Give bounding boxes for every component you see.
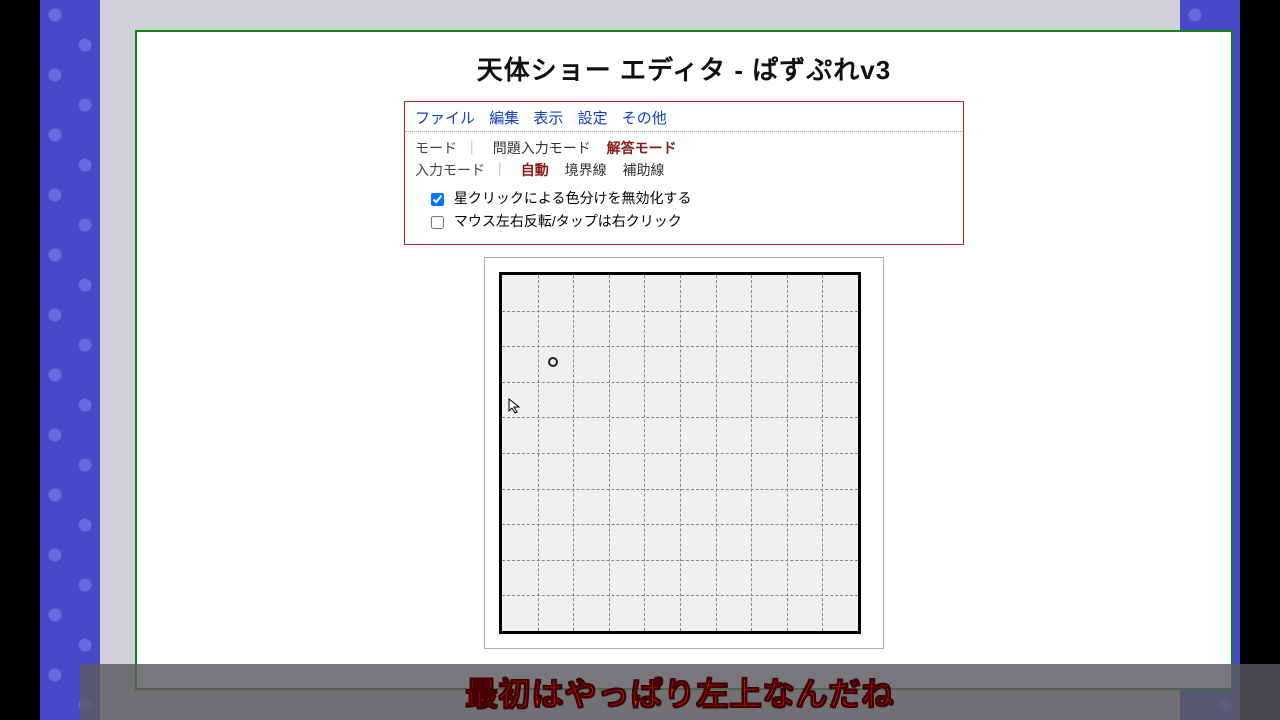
- subtitle-bar: 最初はやっぱり左上なんだね: [80, 664, 1280, 720]
- board-container: [484, 257, 884, 649]
- separator: ｜: [465, 140, 479, 156]
- checkbox-mouse-swap[interactable]: [431, 216, 444, 229]
- board-grid: [502, 275, 858, 631]
- mode-label: モード: [415, 140, 457, 156]
- menu-other[interactable]: その他: [622, 110, 667, 127]
- app-window: 天体ショー エディタ - ぱずぷれv3 ファイル 編集 表示 設定 その他 モー…: [135, 30, 1233, 690]
- input-mode-auto[interactable]: 自動: [521, 162, 549, 178]
- checkbox-block: 星クリックによる色分けを無効化する マウス左右反転/タップは右クリック: [405, 184, 963, 244]
- menu-view[interactable]: 表示: [533, 110, 563, 127]
- separator: ｜: [493, 162, 507, 178]
- subtitle-text: 最初はやっぱり左上なんだね: [465, 669, 894, 715]
- mode-block: モード ｜ 問題入力モード 解答モード 入力モード ｜ 自動 境界線 補助線: [405, 132, 963, 184]
- decorative-pattern-left: [40, 0, 100, 720]
- input-mode-row: 入力モード ｜ 自動 境界線 補助線: [415, 160, 953, 180]
- mode-option-problem[interactable]: 問題入力モード: [493, 140, 591, 156]
- input-mode-subline[interactable]: 補助線: [623, 162, 665, 178]
- cursor-icon: [508, 398, 524, 414]
- checkbox-row-disable-color[interactable]: 星クリックによる色分けを無効化する: [431, 188, 953, 208]
- menu-file[interactable]: ファイル: [415, 110, 475, 127]
- video-frame: 天体ショー エディタ - ぱずぷれv3 ファイル 編集 表示 設定 その他 モー…: [40, 0, 1240, 720]
- checkbox-row-mouse-swap[interactable]: マウス左右反転/タップは右クリック: [431, 211, 953, 231]
- page-title: 天体ショー エディタ - ぱずぷれv3: [137, 32, 1231, 101]
- star-icon[interactable]: [548, 357, 558, 367]
- input-mode-border[interactable]: 境界線: [565, 162, 607, 178]
- checkbox-label-mouse-swap[interactable]: マウス左右反転/タップは右クリック: [454, 213, 682, 229]
- puzzle-board[interactable]: [499, 272, 861, 634]
- menu-settings[interactable]: 設定: [578, 110, 608, 127]
- input-mode-label: 入力モード: [415, 162, 485, 178]
- control-panel: ファイル 編集 表示 設定 その他 モード ｜ 問題入力モード 解答モード 入力…: [404, 101, 964, 245]
- mode-option-answer[interactable]: 解答モード: [607, 140, 677, 156]
- menu-edit[interactable]: 編集: [489, 110, 519, 127]
- menu-bar: ファイル 編集 表示 設定 その他: [405, 102, 963, 132]
- mode-row: モード ｜ 問題入力モード 解答モード: [415, 138, 953, 158]
- checkbox-label-disable-color[interactable]: 星クリックによる色分けを無効化する: [454, 190, 692, 206]
- checkbox-disable-color[interactable]: [431, 193, 444, 206]
